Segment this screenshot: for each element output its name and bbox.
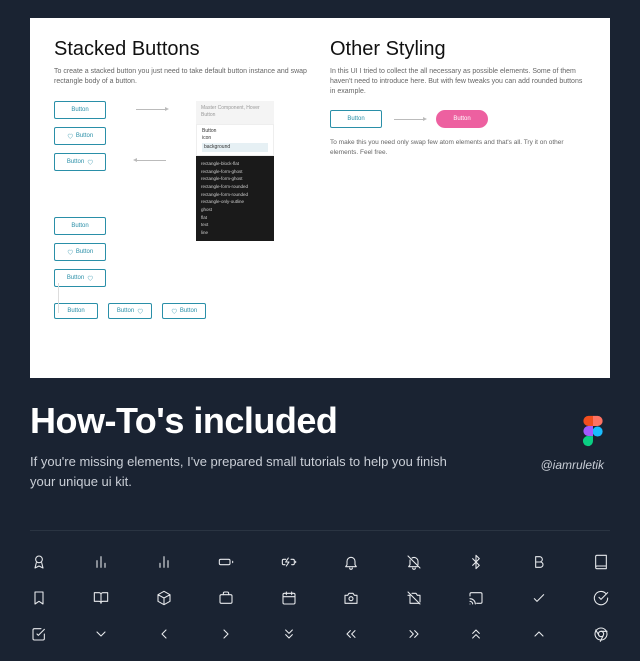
sample-button-heart-right: Button (54, 269, 106, 287)
tutorial-panel: Stacked Buttons To create a stacked butt… (30, 18, 610, 378)
chevron-left-icon (155, 625, 173, 643)
book-open-icon (92, 589, 110, 607)
book-icon (592, 553, 610, 571)
sample-button: Button (54, 303, 98, 319)
bookmark-icon (30, 589, 48, 607)
battery-charging-icon (280, 553, 298, 571)
figma-layers-panel: Master Component, Hover Button Button ic… (196, 101, 274, 287)
button-stack-1: Button Button Button Button Button Butto… (54, 101, 106, 287)
sample-button-heart-left: Button (162, 303, 206, 319)
sample-button: Button (54, 101, 106, 119)
chevrons-down-icon (280, 625, 298, 643)
bell-icon (342, 553, 360, 571)
chevron-right-icon (217, 625, 235, 643)
award-icon (30, 553, 48, 571)
other-desc: In this UI I tried to collect the all ne… (330, 67, 586, 96)
chevrons-right-icon (405, 625, 423, 643)
stacked-desc: To create a stacked button you just need… (54, 67, 310, 87)
sample-button-heart-left: Button (54, 127, 106, 145)
battery-icon (217, 553, 235, 571)
cast-icon (467, 589, 485, 607)
figma-logo-icon (582, 415, 604, 447)
styling-row: Button Button (330, 110, 586, 128)
other-title: Other Styling (330, 38, 586, 61)
button-demo-grid: Button Button Button Button Button Butto… (54, 101, 310, 287)
chevron-down-icon (92, 625, 110, 643)
sample-button-heart-right: Button (108, 303, 152, 319)
arrow-icon (136, 109, 166, 110)
stacked-buttons-column: Stacked Buttons To create a stacked butt… (54, 38, 310, 358)
button-row: Button Button Button (54, 303, 310, 319)
check-circle-icon (592, 589, 610, 607)
sample-button-heart-left: Button (54, 243, 106, 261)
check-icon (530, 589, 548, 607)
hero-title: How-To's included (30, 400, 610, 442)
sample-button: Button (54, 217, 106, 235)
connector-line (58, 283, 59, 313)
arrow-icon (394, 119, 424, 120)
sample-button: Button (330, 110, 382, 128)
check-square-icon (30, 625, 48, 643)
chevron-up-icon (530, 625, 548, 643)
hero-section: How-To's included If you're missing elem… (30, 400, 610, 491)
sample-button-heart-right: Button (54, 153, 106, 171)
figma-dark-list: rectangle-block-flatrectangle-form-ghost… (196, 156, 274, 240)
bluetooth-icon (467, 553, 485, 571)
chrome-icon (592, 625, 610, 643)
icon-grid (30, 530, 610, 661)
chevrons-up-icon (467, 625, 485, 643)
stacked-title: Stacked Buttons (54, 38, 310, 61)
calendar-icon (280, 589, 298, 607)
briefcase-icon (217, 589, 235, 607)
arrow-left-icon (136, 160, 166, 161)
box-icon (155, 589, 173, 607)
camera-off-icon (405, 589, 423, 607)
bar-chart-2-icon (155, 553, 173, 571)
bar-chart-icon (92, 553, 110, 571)
author-handle: @iamruletik (540, 458, 604, 472)
other-note: To make this you need only swap few atom… (330, 138, 586, 158)
other-styling-column: Other Styling In this UI I tried to coll… (330, 38, 586, 358)
chevrons-left-icon (342, 625, 360, 643)
hero-subtitle: If you're missing elements, I've prepare… (30, 452, 450, 491)
bell-off-icon (405, 553, 423, 571)
sample-button-pink: Button (436, 110, 488, 128)
camera-icon (342, 589, 360, 607)
bold-icon (530, 553, 548, 571)
